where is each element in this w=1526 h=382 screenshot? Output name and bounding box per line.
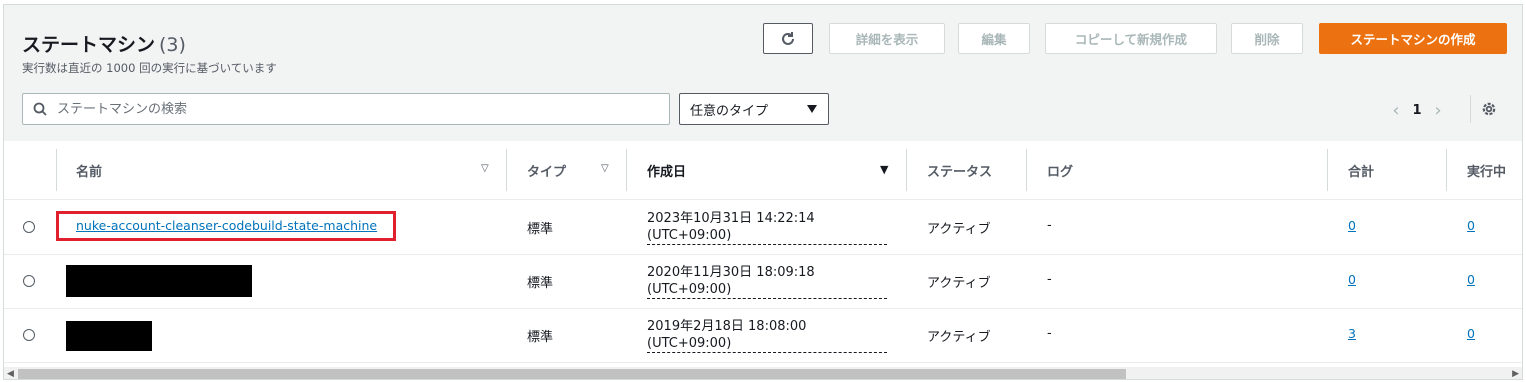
created-date-cell: 2020年11月30日 18:09:18 (UTC+09:00): [647, 264, 887, 299]
gear-icon[interactable]: [1480, 100, 1498, 118]
row-select-radio[interactable]: [23, 221, 35, 233]
scroll-right-icon[interactable]: ▶: [1512, 367, 1519, 379]
prev-page-icon[interactable]: ‹: [1386, 100, 1406, 121]
status-cell: アクティブ: [927, 276, 991, 291]
next-page-icon[interactable]: ›: [1428, 100, 1448, 121]
pagination: ‹ 1 ›: [1386, 100, 1448, 121]
view-details-button[interactable]: 詳細を表示: [829, 23, 945, 54]
total-link[interactable]: 0: [1348, 272, 1356, 287]
row-select-radio[interactable]: [23, 329, 35, 341]
running-link[interactable]: 0: [1467, 218, 1475, 233]
column-divider: [1327, 149, 1328, 191]
caret-down-icon: [807, 105, 817, 113]
total-link[interactable]: 0: [1348, 218, 1356, 233]
type-cell: 標準: [527, 222, 554, 237]
scrollbar-thumb[interactable]: [18, 369, 1126, 379]
type-cell: 標準: [527, 330, 554, 345]
table-row: 標準 2019年2月18日 18:08:00 (UTC+09:00) アクティブ…: [4, 308, 1522, 363]
pager-divider: [1470, 95, 1471, 123]
page-title: ステートマシン (3): [22, 30, 186, 57]
highlight-box: [56, 211, 396, 241]
created-date-cell: 2023年10月31日 14:22:14 (UTC+09:00): [647, 210, 887, 245]
column-divider: [1026, 149, 1027, 191]
log-cell: -: [1047, 272, 1052, 287]
copy-to-new-button[interactable]: コピーして新規作成: [1045, 23, 1217, 54]
current-page[interactable]: 1: [1406, 103, 1428, 118]
table-row: 標準 2020年11月30日 18:09:18 (UTC+09:00) アクティ…: [4, 254, 1522, 309]
log-cell: -: [1047, 218, 1052, 233]
title-count: (3): [159, 34, 186, 56]
created-date: 2023年10月31日 14:22:14: [647, 211, 815, 226]
column-divider: [1446, 149, 1447, 191]
log-cell: -: [1047, 326, 1052, 341]
sort-icon[interactable]: ▽: [481, 163, 489, 174]
running-link[interactable]: 0: [1467, 326, 1475, 341]
refresh-icon: [782, 31, 794, 45]
scroll-left-icon[interactable]: ◀: [7, 367, 14, 379]
delete-button[interactable]: 削除: [1231, 23, 1303, 54]
column-header-running: 実行中: [1467, 164, 1507, 180]
timezone: (UTC+09:00): [647, 227, 887, 245]
column-header-logs: ログ: [1047, 164, 1074, 180]
row-select-radio[interactable]: [23, 275, 35, 287]
created-date: 2020年11月30日 18:09:18: [647, 265, 815, 280]
column-header-total: 合計: [1348, 164, 1375, 180]
type-filter-value: 任意のタイプ: [690, 103, 769, 119]
created-date: 2019年2月18日 18:08:00: [647, 319, 807, 334]
sort-desc-icon[interactable]: ▼: [880, 163, 888, 176]
column-header-created[interactable]: 作成日: [647, 141, 686, 199]
search-icon: [33, 102, 47, 116]
search-input[interactable]: [55, 100, 639, 118]
column-divider: [906, 149, 907, 191]
status-cell: アクティブ: [927, 330, 991, 345]
type-filter-select[interactable]: 任意のタイプ: [679, 93, 829, 125]
redacted-name: [66, 321, 152, 351]
refresh-button[interactable]: [763, 23, 813, 54]
horizontal-scrollbar[interactable]: ◀ ▶: [4, 367, 1522, 379]
search-box[interactable]: [22, 93, 670, 125]
total-link[interactable]: 3: [1348, 326, 1356, 341]
timezone: (UTC+09:00): [647, 281, 887, 299]
sort-icon[interactable]: ▽: [601, 163, 609, 174]
column-header-status: ステータス: [927, 164, 993, 180]
state-machines-panel: ステートマシン (3) 実行数は直近の 1000 回の実行に基づいています 詳細を…: [3, 4, 1523, 380]
status-cell: アクティブ: [927, 222, 991, 237]
running-link[interactable]: 0: [1467, 272, 1475, 287]
column-header-type[interactable]: タイプ: [527, 141, 566, 199]
column-divider: [506, 149, 507, 191]
title-text: ステートマシン: [22, 34, 156, 56]
create-state-machine-button[interactable]: ステートマシンの作成: [1319, 23, 1507, 54]
table-header: 名前 ▽ タイプ ▽ 作成日 ▼ ステータス ログ 合計 実行中: [4, 141, 1522, 200]
type-cell: 標準: [527, 276, 554, 291]
redacted-name: [66, 265, 252, 297]
page-subtitle: 実行数は直近の 1000 回の実行に基づいています: [22, 61, 277, 75]
column-divider: [626, 149, 627, 191]
column-divider: [56, 149, 57, 191]
column-header-name[interactable]: 名前: [76, 141, 102, 199]
timezone: (UTC+09:00): [647, 335, 887, 353]
created-date-cell: 2019年2月18日 18:08:00 (UTC+09:00): [647, 318, 887, 353]
edit-button[interactable]: 編集: [958, 23, 1030, 54]
